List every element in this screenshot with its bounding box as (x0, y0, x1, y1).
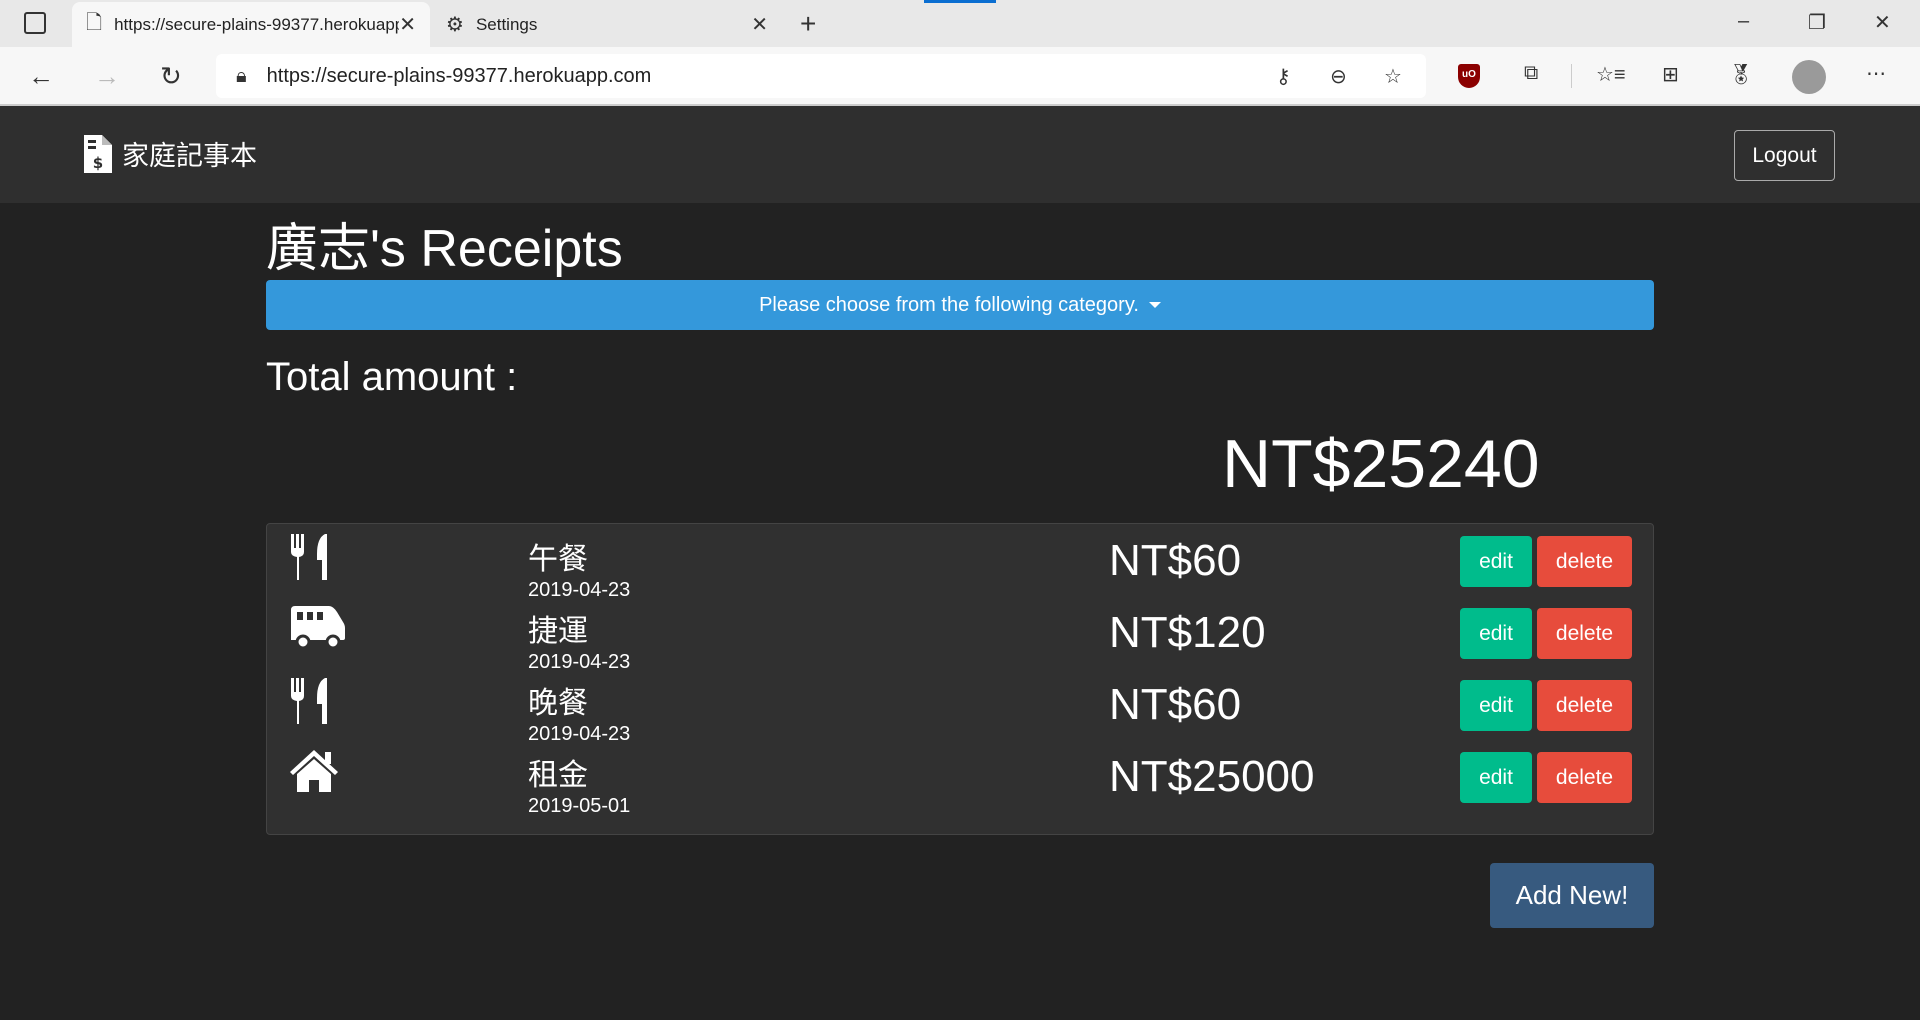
favorites-icon[interactable]: ☆≡ (1596, 62, 1626, 87)
total-amount-label: Total amount : (266, 355, 518, 399)
edit-button[interactable]: edit (1460, 536, 1532, 587)
tab-label: https://secure-plains-99377.herokuapp.co… (114, 14, 399, 34)
add-new-button[interactable]: Add New! (1490, 863, 1654, 928)
record-name: 午餐 (528, 543, 588, 576)
list-item: 晚餐 2019-04-23 NT$60 edit delete (267, 668, 1653, 745)
delete-button[interactable]: delete (1537, 608, 1632, 659)
utensils-icon (291, 678, 327, 724)
record-name: 晚餐 (528, 687, 588, 720)
record-amount: NT$60 (1109, 680, 1242, 729)
toolbar-divider (1571, 64, 1572, 88)
tab-settings[interactable]: ⚙ Settings ✕ (432, 2, 782, 47)
minimize-icon[interactable]: – (1738, 10, 1749, 33)
profile-avatar[interactable] (1792, 60, 1826, 94)
delete-button[interactable]: delete (1537, 680, 1632, 731)
rewards-icon[interactable]: 🏅︎ (1728, 62, 1753, 87)
record-date: 2019-05-01 (528, 795, 631, 817)
edit-button[interactable]: edit (1460, 608, 1532, 659)
home-icon (290, 750, 338, 792)
key-icon[interactable]: ⚷ (1276, 64, 1291, 89)
address-bar-row: ← → ↻ 🔒︎ https://secure-plains-99377.her… (0, 47, 1920, 106)
records-list: 午餐 2019-04-23 NT$60 edit delete 捷運 2019-… (266, 523, 1654, 835)
record-amount: NT$60 (1109, 536, 1242, 585)
record-name: 租金 (528, 759, 588, 792)
page-title: 廣志's Receipts (266, 220, 623, 278)
category-dropdown-label: Please choose from the following categor… (759, 293, 1139, 316)
ublock-icon[interactable]: uO (1458, 64, 1480, 88)
shuttle-van-icon (291, 606, 345, 650)
utensils-icon (291, 534, 327, 580)
logout-button[interactable]: Logout (1734, 130, 1835, 181)
extensions-icon[interactable]: ⧉ (1524, 62, 1538, 85)
page-icon: 🗋 (86, 11, 103, 34)
forward-icon[interactable]: → (94, 61, 120, 92)
svg-text:$: $ (93, 154, 103, 172)
file-invoice-dollar-icon: $ (84, 134, 112, 173)
caret-down-icon (1148, 302, 1161, 308)
list-item: 捷運 2019-04-23 NT$120 edit delete (267, 596, 1653, 673)
list-item: 午餐 2019-04-23 NT$60 edit delete (267, 524, 1653, 601)
tab-label: Settings (475, 14, 538, 34)
close-tab-icon[interactable]: ✕ (399, 12, 416, 37)
record-amount: NT$25000 (1109, 752, 1315, 801)
record-amount: NT$120 (1109, 608, 1266, 657)
category-dropdown[interactable]: Please choose from the following categor… (266, 280, 1654, 330)
brand-name: 家庭記事本 (122, 141, 257, 171)
url-field[interactable]: 🔒︎ https://secure-plains-99377.herokuapp… (216, 54, 1426, 98)
delete-button[interactable]: delete (1537, 536, 1632, 587)
list-item: 租金 2019-05-01 NT$25000 edit delete (267, 740, 1653, 817)
lock-icon: 🔒︎ (236, 64, 247, 87)
more-icon[interactable]: ⋯ (1866, 61, 1886, 86)
close-window-icon[interactable]: ✕ (1874, 10, 1891, 35)
add-favorite-icon[interactable]: ☆ (1384, 64, 1402, 89)
tab-actions-icon[interactable] (24, 12, 46, 34)
edit-button[interactable]: edit (1460, 680, 1532, 731)
gear-icon: ⚙ (446, 14, 464, 36)
restore-icon[interactable]: ❐ (1808, 10, 1826, 35)
zoom-out-icon[interactable]: ⊖ (1330, 64, 1347, 89)
browser-tab-bar: 🗋 https://secure-plains-99377.herokuapp.… (0, 0, 1920, 47)
brand-link[interactable]: $ 家庭記事本 (84, 134, 257, 173)
tab-receipts[interactable]: 🗋 https://secure-plains-99377.herokuapp.… (72, 2, 430, 47)
total-amount-value: NT$25240 (1222, 426, 1540, 502)
back-icon[interactable]: ← (28, 61, 54, 92)
collections-icon[interactable]: ⊞ (1662, 62, 1679, 87)
edit-button[interactable]: edit (1460, 752, 1532, 803)
navbar: $ 家庭記事本 Logout (0, 106, 1920, 203)
delete-button[interactable]: delete (1537, 752, 1632, 803)
close-tab-icon[interactable]: ✕ (751, 12, 768, 37)
active-indicator (924, 0, 996, 3)
new-tab-icon[interactable]: + (800, 8, 816, 40)
refresh-icon[interactable]: ↻ (160, 61, 182, 92)
record-name: 捷運 (528, 615, 588, 648)
url-text: https://secure-plains-99377.herokuapp.co… (266, 64, 652, 87)
